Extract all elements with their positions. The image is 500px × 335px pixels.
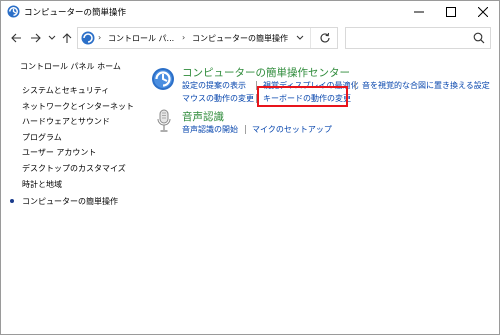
breadcrumb-control-panel[interactable]: コントロール パ... — [108, 33, 174, 44]
back-arrow-icon — [10, 33, 21, 43]
nav-desktop-customization[interactable]: デスクトップのカスタマイズ — [22, 163, 126, 174]
speech-recognition-title[interactable]: 音声認識 — [182, 109, 224, 124]
divider — [310, 28, 311, 48]
title-bar[interactable]: コンピューターの簡単操作 — [1, 1, 499, 23]
close-button[interactable] — [467, 1, 499, 23]
window-title: コンピューターの簡単操作 — [24, 8, 127, 18]
maximize-icon — [446, 7, 456, 17]
chevron-right-icon[interactable]: › — [182, 33, 185, 42]
maximize-button[interactable] — [435, 1, 467, 23]
back-button[interactable] — [9, 29, 23, 47]
chevron-down-icon[interactable] — [295, 33, 305, 43]
search-icon — [473, 32, 485, 44]
setup-microphone-link[interactable]: マイクのセットアップ — [252, 124, 332, 135]
forward-button[interactable] — [28, 29, 42, 47]
forward-arrow-icon — [30, 33, 41, 43]
divider — [245, 125, 246, 134]
ease-of-access-icon — [7, 5, 20, 18]
ease-of-access-center-icon[interactable] — [151, 67, 175, 91]
nav-programs[interactable]: プログラム — [22, 132, 62, 143]
up-button[interactable] — [60, 29, 74, 47]
recent-locations-button[interactable] — [45, 29, 59, 47]
nav-user-accounts[interactable]: ユーザー アカウント — [22, 147, 96, 158]
replace-sounds-visual-cues-link[interactable]: 音を視覚的な合図に置き換える設定 — [362, 80, 490, 91]
nav-hardware-sound[interactable]: ハードウェアとサウンド — [22, 116, 110, 127]
search-box[interactable] — [345, 27, 491, 49]
refresh-icon[interactable] — [318, 31, 332, 45]
navigation-bar: › コントロール パ... › コンピューターの簡単操作 — [1, 25, 499, 51]
ease-of-access-center-title[interactable]: コンピューターの簡単操作センター — [182, 65, 350, 80]
nav-network-internet[interactable]: ネットワークとインターネット — [22, 101, 134, 112]
minimize-icon — [414, 11, 424, 13]
current-location-bullet — [10, 199, 14, 203]
breadcrumb-ease-of-access[interactable]: コンピューターの簡単操作 — [192, 33, 288, 44]
nav-ease-of-access[interactable]: コンピューターの簡単操作 — [22, 196, 118, 207]
control-panel-home-link[interactable]: コントロール パネル ホーム — [20, 61, 121, 72]
microphone-icon[interactable] — [157, 109, 171, 133]
close-icon — [478, 7, 488, 17]
control-panel-window: コンピューターの簡単操作 › コントロール パ... › コンピューターの簡単操… — [0, 0, 500, 335]
control-panel-icon — [81, 31, 95, 45]
nav-system-security[interactable]: システムとセキュリティ — [22, 85, 109, 96]
nav-clock-region[interactable]: 時計と地域 — [22, 179, 62, 190]
address-bar[interactable]: › コントロール パ... › コンピューターの簡単操作 — [77, 27, 338, 49]
highlight-box — [257, 86, 348, 107]
chevron-down-icon — [48, 35, 56, 40]
minimize-button[interactable] — [403, 1, 435, 23]
view-recommended-settings-link[interactable]: 設定の提案の表示 — [182, 80, 246, 91]
chevron-right-icon[interactable]: › — [98, 33, 101, 42]
change-mouse-settings-link[interactable]: マウスの動作の変更 — [182, 93, 254, 104]
divider — [355, 81, 356, 90]
start-speech-recognition-link[interactable]: 音声認識の開始 — [182, 124, 238, 135]
up-arrow-icon — [62, 32, 72, 43]
